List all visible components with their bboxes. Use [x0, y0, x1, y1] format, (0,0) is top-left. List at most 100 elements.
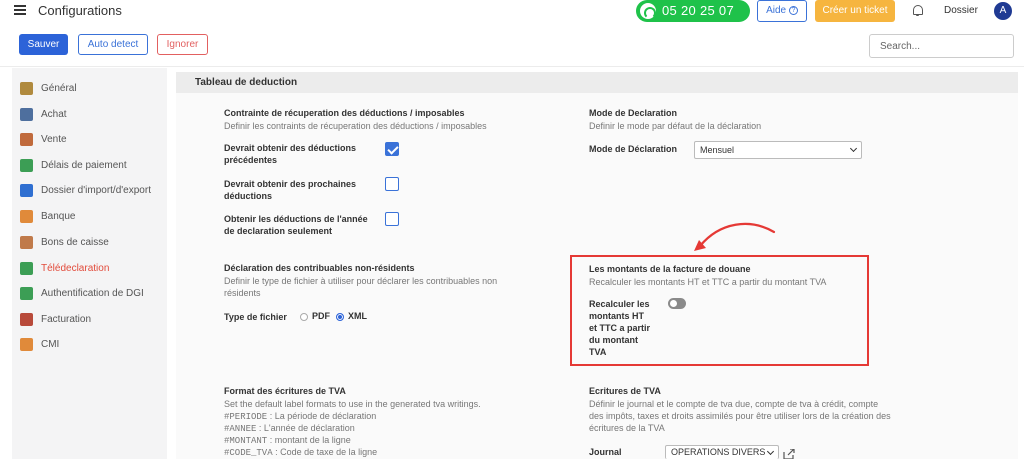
douane-label-line4: du montant: [589, 335, 638, 345]
type-fichier-label: Type de fichier: [224, 312, 287, 322]
sidebar-item[interactable]: Achat: [20, 106, 67, 122]
checkbox-prochaines[interactable]: [385, 177, 399, 191]
option-annee-label: Obtenir les déductions de l'année de dec…: [224, 213, 368, 237]
option-annee-line2: de declaration seulement: [224, 226, 333, 236]
sidebar-item[interactable]: Télédeclaration: [20, 260, 109, 276]
phone-number: 05 20 25 07 07: [662, 3, 734, 40]
aide-label: Aide: [766, 5, 787, 16]
auth-icon: [20, 286, 33, 300]
option-precedentes-label: Devrait obtenir des déductions précédent…: [224, 142, 356, 166]
section-title: Tableau de deduction: [176, 72, 1018, 93]
douane-subtitle: Recalculer les montants HT et TTC a part…: [589, 277, 827, 287]
ecritures-tva-title: Ecritures de TVA: [589, 386, 661, 396]
dossier-menu[interactable]: Dossier: [944, 5, 978, 16]
non-residents-subtitle-line2: résidents: [224, 288, 261, 298]
ecritures-tva-subtitle: Définir le journal et le compte de tva d…: [589, 398, 891, 434]
douane-label-line3: et TTC a partir: [589, 323, 651, 333]
option-prochaines-line1: Devrait obtenir des prochaines: [224, 179, 357, 189]
sidebar-item-label: Bons de caisse: [41, 236, 109, 248]
sidebar-item-label: Banque: [41, 210, 76, 222]
auto-detect-button[interactable]: Auto detect: [78, 34, 148, 55]
mode-title: Mode de Declaration: [589, 108, 678, 118]
format-tva-desc: : Code de taxe de la ligne: [272, 447, 378, 457]
annotation-arrow-icon: [694, 222, 776, 251]
declaration-icon: [20, 261, 33, 275]
format-tva-desc: : montant de la ligne: [267, 435, 351, 445]
headset-icon: [640, 3, 656, 19]
sales-chart-icon: [20, 132, 33, 146]
top-bar: Configurations 05 20 25 07 07 Aide ? Cré…: [0, 0, 1024, 40]
journal-label: Journal: [589, 447, 622, 457]
mode-select[interactable]: Mensuel: [694, 141, 862, 159]
sidebar-item-label: Facturation: [41, 313, 92, 325]
mode-field-label: Mode de Déclaration: [589, 144, 678, 154]
contrainte-title: Contrainte de récuperation des déduction…: [224, 108, 465, 118]
sidebar-item-label: Achat: [41, 108, 67, 120]
radio-xml-label: XML: [348, 311, 367, 321]
radio-pdf-label: PDF: [312, 311, 330, 321]
ecritures-subtitle-line1: Définir le journal et le compte de tva d…: [589, 399, 879, 409]
format-tva-subtitle: Set the default label formats to use in …: [224, 399, 481, 409]
cmi-icon: [20, 337, 33, 351]
checkbox-annee[interactable]: [385, 212, 399, 226]
calendar-icon: [20, 158, 33, 172]
sidebar-item[interactable]: Général: [20, 80, 77, 96]
sidebar-item-label: CMI: [41, 338, 60, 350]
sidebar-item-label: Télédeclaration: [41, 262, 110, 274]
non-residents-title: Déclaration des contribuables non-réside…: [224, 263, 415, 273]
format-tva-desc: : La période de déclaration: [267, 411, 377, 421]
page-title: Configurations: [38, 3, 122, 18]
format-tva-code: #ANNEE: [224, 424, 257, 434]
option-prochaines-label: Devrait obtenir des prochaines déduction…: [224, 178, 356, 202]
sidebar-item[interactable]: Authentification de DGI: [20, 285, 144, 301]
phone-support-button[interactable]: 05 20 25 07 07: [636, 0, 750, 40]
search-input[interactable]: [869, 34, 1014, 58]
tag-icon: [20, 312, 33, 326]
option-annee-line1: Obtenir les déductions de l'année: [224, 214, 368, 224]
cart-icon: [20, 107, 33, 121]
douane-label-line2: montants HT: [589, 311, 644, 321]
sidebar-item[interactable]: Banque: [20, 208, 75, 224]
douane-label-line5: TVA: [589, 347, 607, 357]
non-residents-subtitle: Definir le type de fichier à utiliser po…: [224, 275, 497, 299]
format-tva-code: #PERIODE: [224, 412, 268, 422]
help-icon: ?: [788, 6, 798, 15]
radio-xml[interactable]: [336, 313, 344, 321]
checkbox-precedentes[interactable]: [385, 142, 399, 156]
external-link-icon[interactable]: [783, 449, 795, 459]
create-ticket-button[interactable]: Créer un ticket: [815, 0, 895, 22]
option-precedentes-line2: précédentes: [224, 155, 278, 165]
sidebar-item-label: Général: [41, 82, 77, 94]
bank-icon: [20, 209, 33, 223]
ecritures-subtitle-line2: des impôts, taxes et droits assimilés po…: [589, 411, 891, 421]
non-residents-subtitle-line1: Definir le type de fichier à utiliser po…: [224, 276, 498, 286]
sidebar-item-label: Dossier d'import/d'export: [41, 184, 151, 196]
sidebar: Général Achat Vente Délais de paiement Dossi…: [12, 68, 167, 459]
format-tva-code: #CODE_TVA: [224, 448, 273, 458]
hamburger-menu-icon[interactable]: [14, 5, 26, 15]
recalcul-toggle[interactable]: [668, 298, 686, 309]
sidebar-item[interactable]: Facturation: [20, 311, 91, 327]
ecritures-subtitle-line3: écritures de la TVA: [589, 423, 665, 433]
gear-icon: [20, 81, 33, 95]
aide-button[interactable]: Aide ?: [757, 0, 807, 22]
bell-icon[interactable]: [912, 5, 923, 16]
ignore-button[interactable]: Ignorer: [157, 34, 208, 55]
sidebar-item[interactable]: Délais de paiement: [20, 157, 127, 173]
sidebar-item[interactable]: Dossier d'import/d'export: [20, 182, 151, 198]
format-tva-code: #MONTANT: [224, 436, 268, 446]
sidebar-item[interactable]: CMI: [20, 336, 59, 352]
journal-select[interactable]: OPERATIONS DIVERS: [665, 445, 779, 459]
avatar[interactable]: A: [994, 2, 1012, 20]
contrainte-subtitle: Definir les contraints de récuperation d…: [224, 121, 487, 131]
sidebar-item[interactable]: Bons de caisse: [20, 234, 109, 250]
save-button[interactable]: Sauver: [19, 34, 68, 55]
radio-pdf[interactable]: [300, 313, 308, 321]
format-tva-item: #CODE_TVA : Code de taxe de la ligne: [224, 446, 377, 459]
sidebar-item[interactable]: Vente: [20, 131, 67, 147]
divider: [0, 66, 1024, 67]
mode-subtitle: Definir le mode par défaut de la déclara…: [589, 121, 762, 131]
folder-icon: [20, 183, 33, 197]
journal-select-value: OPERATIONS DIVERS: [671, 447, 766, 457]
mode-select-value: Mensuel: [700, 145, 735, 155]
